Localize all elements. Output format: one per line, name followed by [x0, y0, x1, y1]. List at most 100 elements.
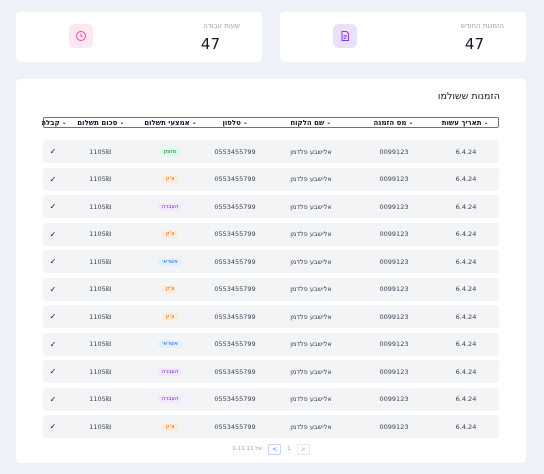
receipt-check-icon[interactable]: ✓ — [43, 257, 63, 266]
cell-client: אלישבע פלדמן — [290, 312, 332, 321]
cell-payment: צ'ק — [137, 422, 203, 431]
pagination-range: 1-11 של 11 — [232, 446, 263, 452]
cell-sum: 1105₪ — [89, 230, 111, 238]
payment-badge: צ'ק — [161, 175, 179, 183]
chevron-down-icon: ⌄ — [191, 119, 197, 126]
table-row[interactable]: 6.4.24 0099123 אלישבע פלדמן 0553455799 מזומן… — [43, 140, 499, 163]
cell-client: אלישבע פלדמן — [290, 395, 332, 403]
table-row[interactable]: 6.4.24 0099123 אלישבע פלדמן 0553455799 אשראי… — [43, 332, 499, 356]
receipt-check-icon[interactable]: ✓ — [43, 395, 63, 404]
table-row[interactable]: 6.4.24 0099123 אלישבע פלדמן 0553455799 אשראי… — [43, 250, 499, 273]
section-title: הזמנות ששולמו — [437, 91, 500, 102]
cell-order: 0099123 — [379, 395, 409, 403]
cell-payment: אשראי — [137, 340, 203, 348]
cell-payment: צ'ק — [137, 230, 203, 238]
chevron-down-icon: ⌄ — [242, 119, 248, 126]
next-page-button[interactable]: > — [296, 443, 310, 455]
current-page[interactable]: 1 — [287, 446, 291, 452]
cell-phone: 0553455799 — [214, 147, 256, 156]
chevron-down-icon: ⌄ — [483, 119, 489, 126]
receipt-check-icon[interactable]: ✓ — [43, 285, 63, 294]
cell-order: 0099123 — [379, 422, 409, 431]
table-header: תאריך עשות ⌄ מס הזמנה ⌄ שם הלקוח ⌄ טלפון ⌄ א… — [41, 117, 499, 128]
table-body: 6.4.24 0099123 אלישבע פלדמן 0553455799 מזומן… — [43, 140, 499, 443]
cell-client: אלישבע פלדמן — [290, 230, 332, 238]
payment-badge: מזומן — [159, 147, 181, 156]
cell-client: אלישבע פלדמן — [290, 340, 332, 348]
cell-payment: העברה — [137, 202, 203, 211]
payment-badge: העברה — [157, 202, 183, 211]
receipt-check-icon[interactable]: ✓ — [43, 340, 63, 349]
cell-client: אלישבע פלדמן — [290, 285, 332, 293]
receipt-check-icon[interactable]: ✓ — [43, 175, 63, 184]
cell-phone: 0553455799 — [214, 257, 256, 266]
cell-client: אלישבע פלדמן — [290, 147, 332, 156]
document-icon — [333, 24, 357, 48]
cell-sum: 1105₪ — [89, 340, 111, 348]
receipt-check-icon[interactable]: ✓ — [43, 422, 63, 431]
cell-sum: 1105₪ — [89, 147, 111, 156]
cell-date: 6.4.24 — [455, 147, 477, 156]
orders-label: הזמנות החודש — [460, 22, 504, 30]
chevron-down-icon: ⌄ — [408, 119, 414, 126]
cell-client: אלישבע פלדמן — [290, 367, 332, 376]
cell-payment: מזומן — [137, 147, 203, 156]
cell-order: 0099123 — [379, 367, 409, 376]
cell-phone: 0553455799 — [214, 312, 256, 321]
cell-date: 6.4.24 — [455, 395, 477, 403]
payment-badge: העברה — [157, 395, 183, 403]
receipt-check-icon[interactable]: ✓ — [43, 147, 63, 156]
header-payment-method[interactable]: אמצעי תשלום ⌄ — [138, 119, 204, 127]
table-row[interactable]: 6.4.24 0099123 אלישבע פלדמן 0553455799 העברה… — [43, 360, 499, 383]
table-row[interactable]: 6.4.24 0099123 אלישבע פלדמן 0553455799 העברה… — [43, 387, 499, 411]
payment-badge: צ'ק — [161, 422, 179, 431]
cell-client: אלישבע פלדמן — [290, 422, 332, 431]
cell-order: 0099123 — [379, 202, 409, 211]
chevron-down-icon: ⌄ — [119, 119, 125, 126]
header-sum[interactable]: סכום תשלום ⌄ — [64, 119, 138, 127]
cell-order: 0099123 — [379, 175, 409, 183]
payment-badge: אשראי — [158, 257, 182, 266]
cell-sum: 1105₪ — [89, 367, 111, 376]
cell-payment: צ'ק — [137, 285, 203, 293]
cell-payment: צ'ק — [137, 312, 203, 321]
receipt-check-icon[interactable]: ✓ — [43, 230, 63, 239]
header-receipt[interactable]: קבלה ⌄ — [41, 119, 67, 127]
receipt-check-icon[interactable]: ✓ — [43, 312, 63, 321]
cell-phone: 0553455799 — [214, 175, 256, 183]
cell-client: אלישבע פלדמן — [290, 202, 332, 211]
cell-order: 0099123 — [379, 312, 409, 321]
chevron-down-icon: ⌄ — [326, 119, 332, 126]
pagination: 1-11 של 11 < 1 > — [16, 443, 526, 455]
cell-sum: 1105₪ — [89, 312, 111, 321]
clock-icon — [69, 24, 93, 48]
hours-value: 47 — [200, 35, 220, 53]
cell-phone: 0553455799 — [214, 285, 256, 293]
cell-date: 6.4.24 — [455, 422, 477, 431]
table-row[interactable]: 6.4.24 0099123 אלישבע פלדמן 0553455799 צ'ק 11… — [43, 305, 499, 328]
cell-phone: 0553455799 — [214, 230, 256, 238]
cell-sum: 1105₪ — [89, 175, 111, 183]
payment-badge: צ'ק — [161, 312, 179, 321]
prev-page-button[interactable]: < — [268, 443, 282, 455]
cell-phone: 0553455799 — [214, 422, 256, 431]
table-row[interactable]: 6.4.24 0099123 אלישבע פלדמן 0553455799 צ'ק 11… — [43, 222, 499, 246]
orders-value: 47 — [464, 35, 484, 53]
table-row[interactable]: 6.4.24 0099123 אלישבע פלדמן 0553455799 צ'ק 11… — [43, 277, 499, 301]
header-order[interactable]: מס הזמנה ⌄ — [355, 119, 433, 127]
header-client[interactable]: שם הלקוח ⌄ — [267, 119, 355, 127]
receipt-check-icon[interactable]: ✓ — [43, 367, 63, 376]
table-row[interactable]: 6.4.24 0099123 אלישבע פלדמן 0553455799 העברה… — [43, 195, 499, 218]
payment-badge: אשראי — [158, 340, 182, 348]
cell-order: 0099123 — [379, 230, 409, 238]
header-date[interactable]: תאריך עשות ⌄ — [432, 119, 498, 127]
cell-order: 0099123 — [379, 285, 409, 293]
cell-order: 0099123 — [379, 340, 409, 348]
table-row[interactable]: 6.4.24 0099123 אלישבע פלדמן 0553455799 צ'ק 11… — [43, 415, 499, 438]
header-phone[interactable]: טלפון ⌄ — [203, 119, 267, 127]
receipt-check-icon[interactable]: ✓ — [43, 202, 63, 211]
table-row[interactable]: 6.4.24 0099123 אלישבע פלדמן 0553455799 צ'ק 11… — [43, 167, 499, 191]
cell-phone: 0553455799 — [214, 202, 256, 211]
cell-payment: צ'ק — [137, 175, 203, 183]
payment-badge: צ'ק — [161, 285, 179, 293]
